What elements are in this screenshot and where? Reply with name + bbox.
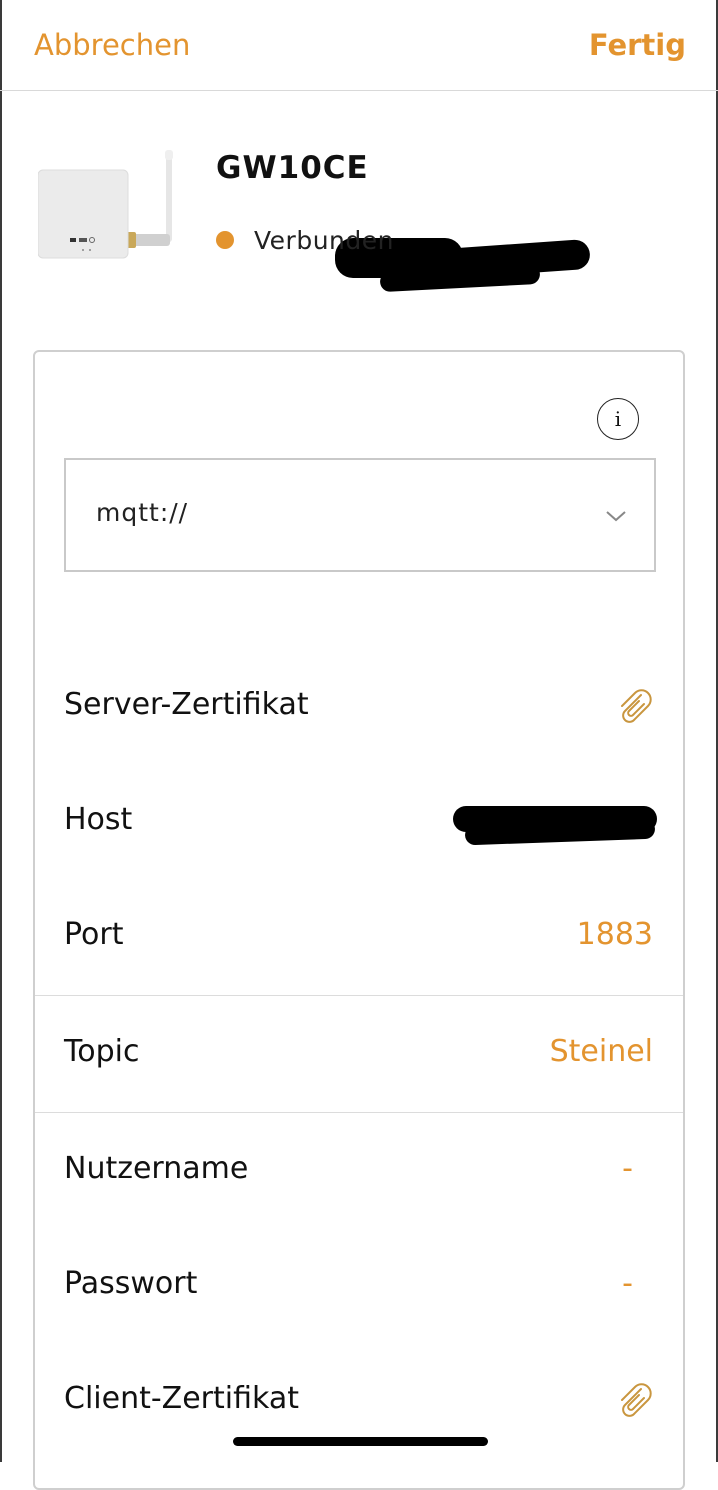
home-indicator[interactable] <box>233 1437 488 1446</box>
device-header: GW10CE Verbunden <box>0 90 718 330</box>
protocol-select[interactable]: mqtt:// <box>64 458 656 572</box>
port-row[interactable]: Port 1883 <box>35 881 683 995</box>
info-icon[interactable]: i <box>597 398 639 440</box>
topic-label: Topic <box>64 1034 140 1069</box>
username-value: - <box>622 1151 633 1186</box>
chevron-down-icon <box>606 511 626 522</box>
password-value: - <box>622 1266 633 1301</box>
host-row[interactable]: Host <box>35 766 683 880</box>
navigation-bar: Abbrechen Fertig <box>0 0 718 91</box>
paperclip-icon[interactable] <box>617 687 653 725</box>
port-value: 1883 <box>576 917 653 952</box>
port-label: Port <box>64 917 124 952</box>
gateway-device-image <box>38 150 173 259</box>
divider <box>35 1112 683 1113</box>
connection-status: Verbunden <box>216 224 394 256</box>
username-label: Nutzername <box>64 1151 249 1186</box>
topic-value: Steinel <box>549 1034 653 1069</box>
password-label: Passwort <box>64 1266 198 1301</box>
client-certificate-label: Client-Zertifikat <box>64 1381 300 1416</box>
mqtt-settings-card: i mqtt:// Server-Zertifikat Host Port 18… <box>33 350 685 1490</box>
divider <box>35 995 683 996</box>
server-certificate-label: Server-Zertifikat <box>64 687 309 722</box>
status-text: Verbunden <box>254 225 394 255</box>
protocol-value: mqtt:// <box>96 498 189 527</box>
paperclip-icon[interactable] <box>617 1381 653 1419</box>
host-label: Host <box>64 802 133 837</box>
username-row[interactable]: Nutzername - <box>35 1115 683 1229</box>
server-certificate-row[interactable]: Server-Zertifikat <box>35 651 683 765</box>
status-dot-icon <box>216 231 234 249</box>
password-row[interactable]: Passwort - <box>35 1230 683 1344</box>
done-button[interactable]: Fertig <box>589 28 686 62</box>
device-name: GW10CE <box>216 150 369 186</box>
topic-row[interactable]: Topic Steinel <box>35 998 683 1112</box>
cancel-button[interactable]: Abbrechen <box>34 28 190 62</box>
